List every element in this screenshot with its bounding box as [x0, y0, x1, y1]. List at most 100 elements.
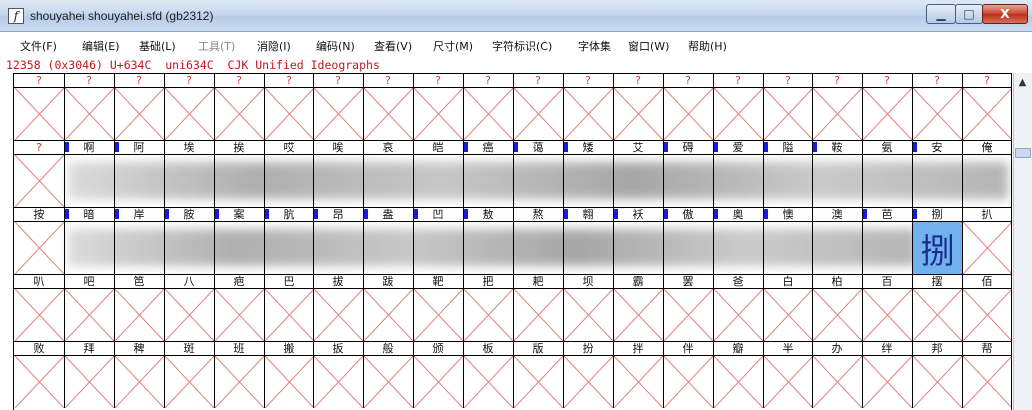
empty-glyph-cell[interactable] — [464, 356, 513, 408]
glyph-label[interactable]: ? — [14, 74, 64, 87]
glyph-label[interactable]: ? — [214, 74, 264, 87]
empty-glyph-cell[interactable] — [664, 88, 713, 140]
glyph-label[interactable]: 盎 — [363, 208, 413, 221]
glyph-label[interactable]: 邦 — [912, 342, 962, 355]
glyph-label[interactable]: 唉 — [313, 141, 363, 154]
empty-glyph-cell[interactable] — [614, 88, 663, 140]
empty-glyph-cell[interactable] — [514, 289, 563, 341]
glyph-label[interactable]: 岸 — [114, 208, 164, 221]
glyph-label[interactable]: 埃 — [164, 141, 214, 154]
glyph-label[interactable]: 懊 — [763, 208, 813, 221]
menu-item[interactable]: 工具(T) — [198, 38, 235, 54]
glyph-label[interactable]: 扮 — [563, 342, 613, 355]
empty-glyph-cell[interactable] — [65, 88, 114, 140]
empty-glyph-cell[interactable] — [614, 356, 663, 408]
glyph-label[interactable]: ? — [912, 74, 962, 87]
glyph-label[interactable]: 阿 — [114, 141, 164, 154]
empty-glyph-cell[interactable] — [15, 155, 64, 207]
glyph-label[interactable]: 傲 — [663, 208, 713, 221]
glyph-label[interactable]: 氨 — [862, 141, 912, 154]
empty-glyph-cell[interactable] — [863, 356, 912, 408]
empty-glyph-cell[interactable] — [664, 289, 713, 341]
glyph-label[interactable]: 矮 — [563, 141, 613, 154]
empty-glyph-cell[interactable] — [863, 289, 912, 341]
empty-glyph-cell[interactable] — [115, 88, 164, 140]
empty-glyph-cell[interactable] — [364, 356, 413, 408]
empty-glyph-cell[interactable] — [165, 88, 214, 140]
empty-glyph-cell[interactable] — [265, 88, 314, 140]
menu-item[interactable]: 查看(V) — [374, 38, 412, 54]
menu-item[interactable]: 字体集 — [578, 38, 611, 54]
glyph-label[interactable]: 摆 — [912, 275, 962, 288]
empty-glyph-cell[interactable] — [514, 356, 563, 408]
selected-glyph-cell[interactable]: 捌 — [913, 222, 962, 274]
menu-item[interactable]: 基础(L) — [139, 38, 176, 54]
glyph-label[interactable]: 碍 — [663, 141, 713, 154]
glyph-label[interactable]: ? — [313, 74, 363, 87]
glyph-label[interactable]: 版 — [513, 342, 563, 355]
empty-glyph-cell[interactable] — [764, 88, 813, 140]
glyph-label[interactable]: 坝 — [563, 275, 613, 288]
glyph-label[interactable]: 八 — [164, 275, 214, 288]
glyph-label[interactable]: 拌 — [613, 342, 663, 355]
empty-glyph-cell[interactable] — [215, 356, 264, 408]
menu-item[interactable]: 文件(F) — [20, 38, 57, 54]
menu-item[interactable]: 编辑(E) — [82, 38, 120, 54]
glyph-label[interactable]: ? — [862, 74, 912, 87]
glyph-label[interactable]: 班 — [214, 342, 264, 355]
empty-glyph-cell[interactable] — [215, 88, 264, 140]
glyph-label[interactable]: 柏 — [812, 275, 862, 288]
glyph-label[interactable]: ? — [962, 74, 1012, 87]
vertical-scrollbar[interactable]: ▲ — [1013, 73, 1032, 410]
glyph-label[interactable]: 肮 — [264, 208, 314, 221]
minimize-button[interactable]: ▁ — [926, 4, 956, 24]
glyph-label[interactable]: 般 — [363, 342, 413, 355]
empty-glyph-cell[interactable] — [65, 289, 114, 341]
empty-glyph-cell[interactable] — [813, 289, 862, 341]
empty-glyph-cell[interactable] — [414, 88, 463, 140]
menu-item[interactable]: 帮助(H) — [688, 38, 727, 54]
glyph-label[interactable]: 熬 — [513, 208, 563, 221]
empty-glyph-cell[interactable] — [165, 356, 214, 408]
glyph-label[interactable]: 佰 — [962, 275, 1012, 288]
empty-glyph-cell[interactable] — [564, 88, 613, 140]
glyph-label[interactable]: ? — [663, 74, 713, 87]
glyph-label[interactable]: 罢 — [663, 275, 713, 288]
glyph-label[interactable]: ? — [64, 74, 114, 87]
empty-glyph-cell[interactable] — [115, 289, 164, 341]
glyph-label[interactable]: 跋 — [363, 275, 413, 288]
menu-item[interactable]: 消隐(I) — [257, 38, 291, 54]
empty-glyph-cell[interactable] — [314, 88, 363, 140]
glyph-label[interactable]: ? — [114, 74, 164, 87]
glyph-label[interactable]: 暗 — [64, 208, 114, 221]
empty-glyph-cell[interactable] — [813, 88, 862, 140]
empty-glyph-cell[interactable] — [963, 289, 1012, 341]
glyph-label[interactable]: ? — [164, 74, 214, 87]
empty-glyph-cell[interactable] — [863, 88, 912, 140]
glyph-label[interactable]: 凹 — [413, 208, 463, 221]
glyph-label[interactable]: 拜 — [64, 342, 114, 355]
glyph-label[interactable]: 澳 — [812, 208, 862, 221]
glyph-label[interactable]: 帮 — [962, 342, 1012, 355]
empty-glyph-cell[interactable] — [764, 356, 813, 408]
empty-glyph-cell[interactable] — [564, 356, 613, 408]
empty-glyph-cell[interactable] — [913, 356, 962, 408]
glyph-label[interactable]: 皑 — [413, 141, 463, 154]
empty-glyph-cell[interactable] — [165, 289, 214, 341]
glyph-label[interactable]: 板 — [463, 342, 513, 355]
glyph-label[interactable]: 绊 — [862, 342, 912, 355]
glyph-label[interactable]: 案 — [214, 208, 264, 221]
empty-glyph-cell[interactable] — [963, 356, 1012, 408]
empty-glyph-cell[interactable] — [714, 289, 763, 341]
glyph-label[interactable]: 艾 — [613, 141, 663, 154]
glyph-label[interactable]: 敖 — [463, 208, 513, 221]
glyph-label[interactable]: 稗 — [114, 342, 164, 355]
fontforge-icon[interactable]: f — [8, 8, 24, 24]
glyph-label[interactable]: 败 — [14, 342, 64, 355]
empty-glyph-cell[interactable] — [564, 289, 613, 341]
glyph-label[interactable]: ? — [613, 74, 663, 87]
close-button[interactable]: X — [982, 4, 1028, 24]
glyph-label[interactable]: 搬 — [264, 342, 314, 355]
empty-glyph-cell[interactable] — [364, 88, 413, 140]
glyph-label[interactable]: 安 — [912, 141, 962, 154]
